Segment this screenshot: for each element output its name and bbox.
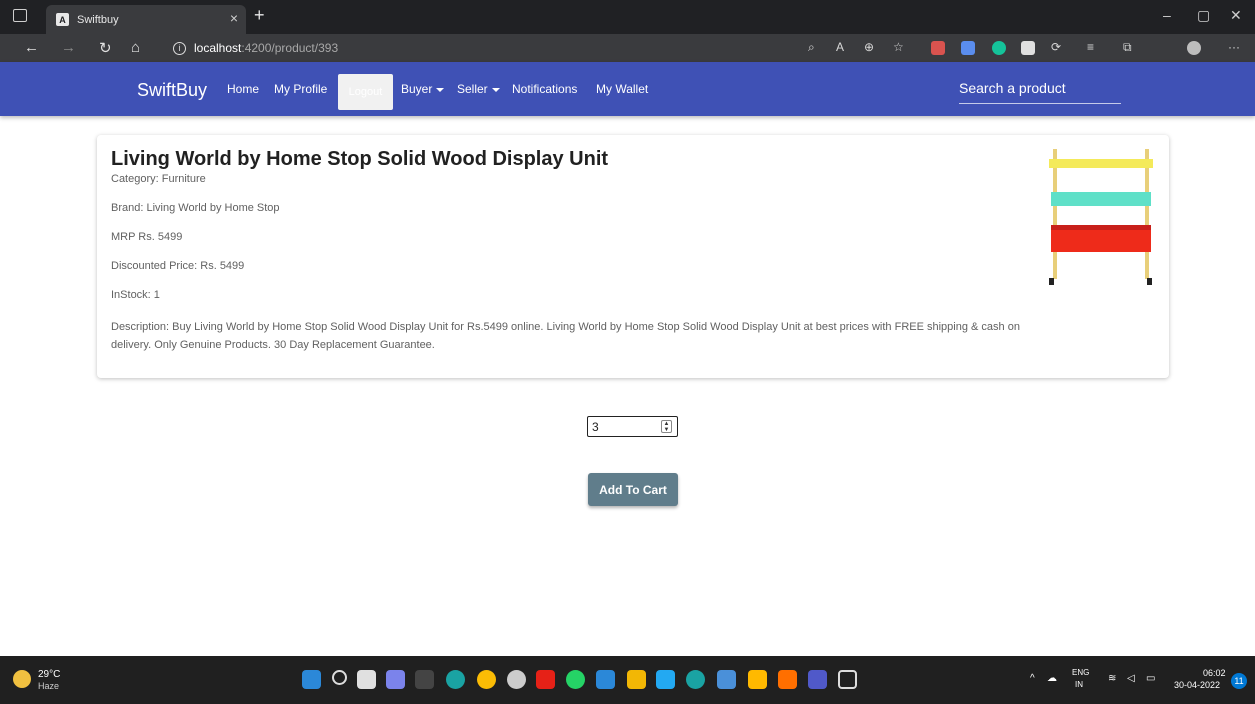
language-code[interactable]: ENG [1072, 668, 1089, 677]
chrome-icon[interactable] [477, 670, 496, 689]
nav-notifications[interactable]: Notifications [512, 82, 577, 96]
chat-icon[interactable] [386, 670, 405, 689]
profile-avatar[interactable] [1187, 41, 1201, 55]
todo-icon[interactable] [596, 670, 615, 689]
tray-overflow-icon[interactable]: ^ [1030, 673, 1035, 684]
logout-button[interactable]: Logout [338, 74, 393, 110]
sticky-notes-icon[interactable] [748, 670, 767, 689]
nav-buyer-dropdown[interactable]: Buyer [401, 82, 445, 96]
whatsapp-icon[interactable] [566, 670, 585, 689]
task-view-icon[interactable] [357, 670, 376, 689]
forward-icon[interactable]: → [61, 39, 76, 56]
snipping-icon[interactable] [717, 670, 736, 689]
product-card: Living World by Home Stop Solid Wood Dis… [97, 135, 1169, 378]
favorites-icon[interactable]: ≡ [1087, 40, 1094, 54]
more-menu-icon[interactable]: ··· [1228, 40, 1240, 54]
url-field[interactable]: i localhost:4200/product/393 [163, 37, 1243, 59]
vscode-icon[interactable] [656, 670, 675, 689]
edge-active-icon[interactable] [686, 670, 705, 689]
url-host: localhost [194, 41, 242, 55]
nav-my-profile[interactable]: My Profile [274, 82, 327, 96]
edge-icon[interactable] [446, 670, 465, 689]
tab-actions-icon[interactable] [13, 9, 27, 22]
product-category: Category: Furniture [111, 173, 206, 185]
zoom-icon[interactable]: ⊕ [864, 40, 874, 54]
product-image [1049, 149, 1153, 285]
read-aloud-icon[interactable]: A [836, 40, 844, 54]
add-to-cart-button[interactable]: Add To Cart [588, 473, 678, 506]
weather-moon-icon[interactable] [13, 670, 31, 688]
brand-logo[interactable]: SwiftBuy [137, 80, 207, 101]
product-title: Living World by Home Stop Solid Wood Dis… [111, 148, 609, 170]
minimize-icon[interactable]: – [1163, 7, 1171, 23]
clock-date[interactable]: 30-04-2022 [1174, 680, 1220, 690]
language-region[interactable]: IN [1075, 680, 1083, 689]
cube-app-icon[interactable] [838, 670, 857, 689]
screenshot-extension-icon[interactable] [961, 41, 975, 55]
spin-arrows-icon[interactable]: ▲ ▼ [661, 420, 672, 433]
start-icon[interactable] [302, 670, 321, 689]
collections-icon[interactable]: ⧉ [1123, 40, 1132, 55]
teams-icon[interactable] [808, 670, 827, 689]
search-input[interactable]: Search a product [959, 80, 1121, 104]
back-icon[interactable]: ← [24, 39, 39, 56]
terminal-icon[interactable] [415, 670, 434, 689]
weather-condition[interactable]: Haze [38, 681, 59, 691]
media-extension-icon[interactable] [1021, 41, 1035, 55]
app-navbar: SwiftBuy Home My Profile Logout Buyer Se… [0, 62, 1255, 116]
search-icon[interactable]: ⌕ [808, 40, 815, 55]
tab-close-icon[interactable]: × [230, 10, 238, 26]
angular-favicon-icon: A [56, 13, 69, 26]
wifi-icon[interactable]: ≋ [1108, 673, 1116, 684]
caret-down-icon [436, 87, 445, 92]
nav-home[interactable]: Home [227, 82, 259, 96]
quantity-stepper[interactable]: 3 ▲ ▼ [587, 416, 678, 437]
grammarly-extension-icon[interactable] [992, 41, 1006, 55]
product-discounted-price: Discounted Price: Rs. 5499 [111, 260, 245, 272]
restore-icon[interactable]: ▢ [1197, 7, 1210, 24]
taskbar-search-icon[interactable] [332, 670, 347, 685]
favorite-star-icon[interactable]: ☆ [893, 40, 904, 54]
file-explorer-icon[interactable] [627, 670, 646, 689]
clock-time[interactable]: 06:02 [1203, 668, 1226, 678]
pocket-extension-icon[interactable] [931, 41, 945, 55]
nav-seller-dropdown[interactable]: Seller [457, 82, 500, 96]
onedrive-icon[interactable]: ☁ [1047, 673, 1057, 684]
tab-title: Swiftbuy [77, 13, 119, 26]
battery-icon[interactable]: ▭ [1146, 673, 1155, 684]
nav-my-wallet[interactable]: My Wallet [596, 82, 648, 96]
browser-address-bar: ← → ↻ ⌂ i localhost:4200/product/393 ⌕ A… [0, 34, 1255, 62]
site-info-icon[interactable]: i [173, 41, 186, 55]
quantity-value: 3 [592, 419, 599, 434]
sublime-icon[interactable] [778, 670, 797, 689]
home-icon[interactable]: ⌂ [131, 39, 140, 56]
url-path: :4200/product/393 [241, 41, 339, 55]
refresh-icon[interactable]: ↻ [99, 39, 112, 57]
product-stock: InStock: 1 [111, 289, 160, 301]
browser-tab[interactable]: A Swiftbuy × [46, 5, 246, 34]
close-window-icon[interactable]: ✕ [1230, 7, 1242, 24]
product-brand: Brand: Living World by Home Stop [111, 202, 280, 214]
app-icon[interactable] [507, 670, 526, 689]
volume-muted-icon[interactable]: ◁ [1127, 673, 1135, 684]
extensions-icon[interactable]: ⟳ [1051, 40, 1061, 54]
youtube-icon[interactable] [536, 670, 555, 689]
caret-down-icon [491, 87, 500, 92]
product-mrp: MRP Rs. 5499 [111, 231, 183, 243]
weather-temperature[interactable]: 29°C [38, 669, 60, 680]
nav-buyer-label: Buyer [401, 82, 433, 96]
browser-tab-bar: A Swiftbuy × + – ▢ ✕ [0, 0, 1255, 34]
nav-seller-label: Seller [457, 82, 488, 96]
product-description: Description: Buy Living World by Home St… [111, 321, 1020, 351]
notification-badge[interactable]: 11 [1231, 673, 1247, 689]
windows-taskbar: 29°C Haze ^ ☁ ENG IN ≋ ◁ ▭ 06:02 30-04-2… [0, 656, 1255, 704]
new-tab-button[interactable]: + [254, 5, 265, 26]
